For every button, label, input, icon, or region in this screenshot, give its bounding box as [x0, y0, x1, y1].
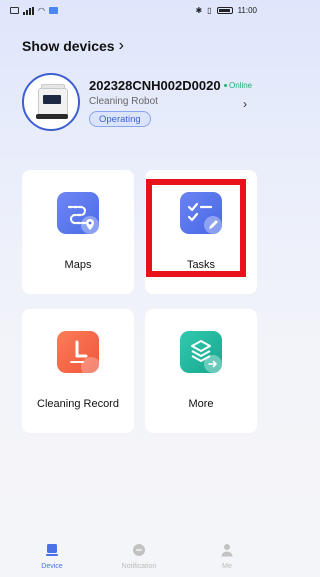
device-name: 202328CNH002D0020 — [89, 78, 221, 93]
cleaning-record-card[interactable]: Cleaning Record — [22, 309, 134, 433]
maps-label: Maps — [64, 259, 92, 271]
more-card[interactable]: More — [145, 309, 257, 433]
device-detail-chevron-icon[interactable]: › — [243, 97, 247, 111]
task-checklist-icon — [180, 192, 222, 234]
operating-status-badge: Operating — [89, 111, 151, 127]
bluetooth-icon: ✱ — [195, 6, 203, 15]
app-notification-icon — [48, 7, 58, 14]
message-icon — [133, 544, 145, 556]
tab-me[interactable]: Me — [182, 535, 272, 577]
show-devices-button[interactable]: Show devices › — [22, 37, 124, 55]
map-route-icon — [57, 192, 99, 234]
status-time: 11:00 — [237, 6, 257, 15]
cellular-signal-icon — [23, 6, 34, 15]
clock-icon — [57, 331, 99, 373]
maps-card[interactable]: Maps — [22, 170, 134, 294]
more-label: More — [188, 398, 214, 410]
tab-device-label: Device — [41, 563, 63, 570]
status-left-icons: ◠ — [10, 6, 58, 15]
tab-notification[interactable]: Notification — [94, 535, 184, 577]
device-icon — [46, 544, 58, 556]
layers-icon — [180, 331, 222, 373]
robot-screen — [43, 95, 61, 104]
cleaning-record-label: Cleaning Record — [37, 398, 119, 410]
robot-base — [36, 114, 68, 119]
status-bar: ◠ ✱ ▯ 11:00 — [0, 0, 269, 22]
vibrate-icon: ▯ — [207, 6, 212, 15]
bottom-tab-bar: Device Notification Me — [0, 535, 269, 577]
tab-device[interactable]: Device — [7, 535, 97, 577]
status-right-icons: ✱ ▯ 11:00 — [195, 6, 257, 15]
device-type: Cleaning Robot — [89, 96, 158, 107]
wifi-icon: ◠ — [38, 6, 45, 15]
online-status: Online — [224, 81, 252, 90]
show-devices-label: Show devices — [22, 38, 115, 54]
person-icon — [221, 544, 233, 557]
tasks-card[interactable]: Tasks — [145, 170, 257, 294]
battery-icon — [216, 7, 233, 14]
tasks-label: Tasks — [186, 259, 216, 271]
chevron-right-icon: › — [118, 37, 124, 54]
notification-icon — [10, 7, 19, 14]
tab-me-label: Me — [222, 563, 232, 570]
device-avatar[interactable] — [22, 73, 80, 131]
tab-notification-label: Notification — [121, 563, 157, 570]
